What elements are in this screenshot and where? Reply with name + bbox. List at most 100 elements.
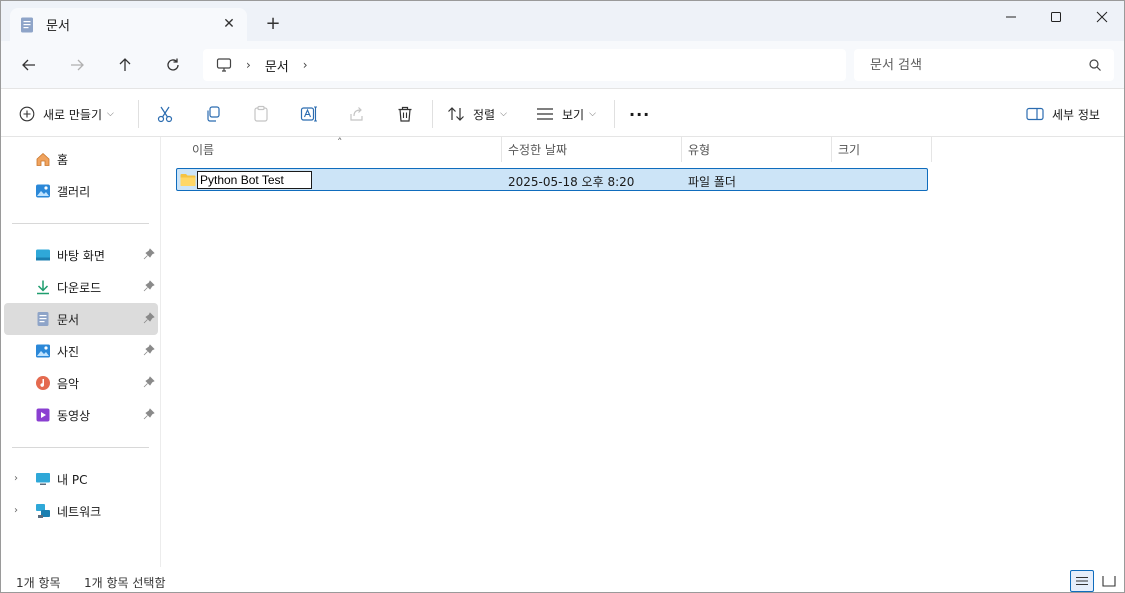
pin-icon[interactable] <box>143 312 155 324</box>
selected-count: 1개 항목 선택함 <box>84 576 166 590</box>
sidebar-item-label: 문서 <box>57 312 80 327</box>
up-button[interactable] <box>113 53 137 77</box>
sort-button[interactable]: 정렬 ⌵ <box>447 102 507 126</box>
navigation-bar: › 문서 › <box>1 41 1124 89</box>
sidebar-item-gallery[interactable]: 갤러리 <box>4 175 158 207</box>
tab-documents[interactable]: 문서 ✕ <box>10 8 247 41</box>
tab-title: 문서 <box>46 19 70 34</box>
sidebar-item-label: 바탕 화면 <box>57 248 105 263</box>
pin-icon[interactable] <box>143 280 155 292</box>
new-button[interactable]: 새로 만들기 ⌵ <box>19 102 114 126</box>
sidebar-item-label: 음악 <box>57 376 80 391</box>
trash-icon <box>398 106 412 122</box>
view-button-label: 보기 <box>562 107 585 122</box>
copy-button[interactable] <box>204 102 222 126</box>
column-header-modified[interactable]: 수정한 날짜 <box>502 137 681 162</box>
cut-icon <box>157 106 173 123</box>
column-header-label: 크기 <box>838 143 861 157</box>
sidebar-item-pictures[interactable]: 사진 <box>4 335 158 367</box>
rename-button[interactable] <box>300 102 318 126</box>
sidebar-item-label: 네트워크 <box>57 504 102 519</box>
search-input[interactable] <box>870 57 1080 73</box>
folder-icon <box>180 174 196 186</box>
refresh-icon <box>167 58 179 71</box>
sidebar-item-label: 내 PC <box>57 472 88 487</box>
breadcrumb-separator[interactable]: › <box>246 58 251 72</box>
cut-button[interactable] <box>156 102 174 126</box>
sidebar-item-downloads[interactable]: 다운로드 <box>4 271 158 303</box>
item-count: 1개 항목 <box>16 576 61 590</box>
new-tab-button[interactable]: + <box>263 12 283 34</box>
close-icon <box>1096 11 1108 23</box>
forward-button[interactable] <box>65 53 89 77</box>
home-icon <box>36 152 50 166</box>
navigation-pane: 홈 갤러리 바탕 화면 다운로드 문서 사진 음악 동영상 › 내 PC › 네… <box>1 137 161 567</box>
minimize-button[interactable] <box>988 1 1034 33</box>
arrow-left-icon <box>22 59 35 71</box>
sidebar-item-network[interactable]: › 네트워크 <box>4 495 158 527</box>
sidebar-item-label: 갤러리 <box>57 184 91 199</box>
pin-icon[interactable] <box>143 376 155 388</box>
documents-icon <box>21 17 33 32</box>
view-button[interactable]: 보기 ⌵ <box>536 102 596 126</box>
paste-button[interactable] <box>252 102 270 126</box>
this-pc-icon <box>36 473 50 485</box>
sidebar-item-music[interactable]: 음악 <box>4 367 158 399</box>
toolbar-divider <box>138 100 139 128</box>
videos-icon <box>36 408 50 422</box>
pin-icon[interactable] <box>143 344 155 356</box>
more-icon: ··· <box>629 104 651 124</box>
plus-circle-icon <box>19 106 35 122</box>
delete-button[interactable] <box>396 102 414 126</box>
breadcrumb-separator[interactable]: › <box>303 58 308 72</box>
list-view-icon <box>537 108 553 120</box>
copy-icon <box>207 106 220 122</box>
tiles-view-icon <box>1102 576 1116 587</box>
tiles-view-button[interactable] <box>1097 570 1121 592</box>
column-header-name[interactable]: 이름 <box>186 137 501 162</box>
address-bar[interactable]: › 문서 › <box>203 49 846 81</box>
details-pane-button[interactable]: 세부 정보 <box>1026 102 1100 126</box>
details-pane-icon <box>1026 107 1044 121</box>
tab-close-button[interactable]: ✕ <box>221 16 237 32</box>
search-icon[interactable] <box>1088 58 1102 72</box>
details-view-icon <box>1076 576 1088 586</box>
chevron-right-icon[interactable]: › <box>14 473 18 484</box>
sidebar-item-documents[interactable]: 문서 <box>4 303 158 335</box>
maximize-button[interactable] <box>1033 1 1079 33</box>
column-header-type[interactable]: 유형 <box>682 137 831 162</box>
sidebar-item-videos[interactable]: 동영상 <box>4 399 158 431</box>
file-modified-date: 2025-05-18 오후 8:20 <box>508 175 635 189</box>
sidebar-item-home[interactable]: 홈 <box>4 143 158 175</box>
share-button[interactable] <box>348 102 366 126</box>
sidebar-item-this-pc[interactable]: › 내 PC <box>4 463 158 495</box>
paste-icon <box>254 105 268 122</box>
plus-icon: + <box>265 12 281 34</box>
pin-icon[interactable] <box>143 408 155 420</box>
search-box[interactable] <box>854 49 1114 81</box>
back-button[interactable] <box>17 53 41 77</box>
breadcrumb-documents[interactable]: 문서 <box>265 56 289 75</box>
column-header-size[interactable]: 크기 <box>832 137 931 162</box>
details-view-button[interactable] <box>1070 570 1094 592</box>
sort-button-label: 정렬 <box>473 107 496 122</box>
refresh-button[interactable] <box>161 53 185 77</box>
sidebar-item-desktop[interactable]: 바탕 화면 <box>4 239 158 271</box>
network-icon <box>36 504 50 518</box>
file-list: ˄ 이름 수정한 날짜 유형 크기 2025-05-18 오후 8:20 파일 … <box>161 136 1124 567</box>
pin-icon[interactable] <box>143 248 155 260</box>
arrow-up-icon <box>119 58 131 71</box>
more-options-button[interactable]: ··· <box>629 102 650 126</box>
details-pane-label: 세부 정보 <box>1052 107 1100 122</box>
close-window-button[interactable] <box>1079 1 1124 33</box>
table-row[interactable]: 2025-05-18 오후 8:20 파일 폴더 <box>176 168 928 191</box>
share-icon <box>350 107 363 121</box>
desktop-icon <box>36 249 50 261</box>
monitor-icon <box>216 58 232 72</box>
rename-input[interactable] <box>197 171 312 189</box>
chevron-right-icon[interactable]: › <box>14 505 18 516</box>
rename-icon <box>300 106 317 122</box>
column-divider[interactable] <box>931 137 932 162</box>
column-header-label: 유형 <box>688 143 711 157</box>
toolbar-divider <box>432 100 433 128</box>
